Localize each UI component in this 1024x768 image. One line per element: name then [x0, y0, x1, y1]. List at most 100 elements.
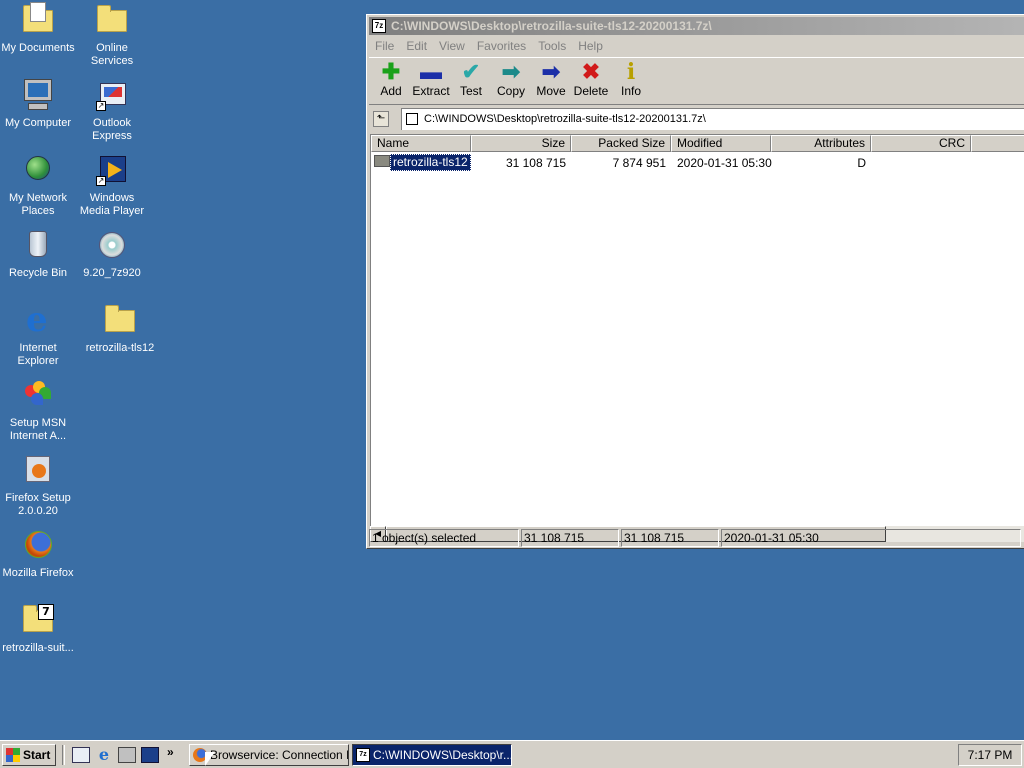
column-header-crc[interactable]: CRC	[871, 135, 971, 152]
column-header-e[interactable]: E	[971, 135, 1024, 152]
quicklaunch-internet-explorer-icon[interactable]: e	[95, 747, 113, 763]
menu-view[interactable]: View	[433, 37, 471, 53]
delete-button-label: Delete	[573, 84, 609, 98]
column-header-size[interactable]: Size	[471, 135, 571, 152]
taskbar-item-label: Browservice: Connection I...	[210, 748, 349, 762]
add-button[interactable]: ✚ Add	[371, 60, 411, 102]
desktop-icon-label: Online Services	[90, 42, 134, 67]
msn-icon	[20, 377, 56, 413]
7zip-app-icon[interactable]: 7z	[372, 19, 386, 33]
folder-icon	[374, 155, 390, 167]
desktop-icon-label: Mozilla Firefox	[2, 567, 74, 579]
menu-file[interactable]: File	[369, 37, 400, 53]
installer-cd-icon	[94, 227, 130, 263]
plus-icon: ✚	[381, 59, 401, 84]
start-button[interactable]: Start	[2, 744, 56, 766]
desktop-icon-recycle-bin[interactable]: Recycle Bin	[0, 227, 76, 280]
desktop-icon-windows-media-player[interactable]: ↗ Windows Media Player	[74, 152, 150, 218]
row-packed-size: 7 874 951	[612, 156, 666, 170]
test-button-label: Test	[459, 84, 482, 98]
quicklaunch-media-player-icon[interactable]	[141, 747, 159, 763]
status-bar: 1 object(s) selected 31 108 715 31 108 7…	[369, 529, 1024, 549]
desktop-icon-label: Recycle Bin	[8, 267, 68, 279]
system-tray-clock[interactable]: 7:17 PM	[958, 744, 1022, 766]
desktop-icon-label: Outlook Express	[92, 117, 132, 142]
start-label: Start	[23, 748, 51, 762]
quicklaunch-outlook-icon[interactable]	[72, 747, 90, 763]
menu-edit[interactable]: Edit	[400, 37, 433, 53]
desktop-icon-internet-explorer[interactable]: e Internet Explorer	[0, 302, 76, 368]
desktop-icon-label: retrozilla-tls12	[85, 342, 155, 354]
internet-explorer-icon: e	[26, 300, 48, 340]
move-button-label: Move	[536, 84, 566, 98]
up-folder-icon: ⬑	[376, 113, 386, 124]
window-title: C:\WINDOWS\Desktop\retrozilla-suite-tls1…	[391, 19, 712, 33]
desktop-icon-label: 9.20_7z920	[83, 267, 141, 279]
firefox-icon	[20, 527, 56, 563]
address-bar[interactable]: C:\WINDOWS\Desktop\retrozilla-suite-tls1…	[401, 108, 1024, 130]
column-header-attributes[interactable]: Attributes	[771, 135, 871, 152]
menu-bar: File Edit View Favorites Tools Help	[369, 37, 1024, 55]
desktop-icon-setup-msn[interactable]: Setup MSN Internet A...	[0, 377, 76, 443]
file-list: Name Size Packed Size Modified Attribute…	[370, 134, 1024, 526]
media-player-icon: ↗	[94, 152, 130, 188]
desktop-icon-my-network-places[interactable]: My Network Places	[0, 152, 76, 218]
toolbar: ✚ Add ▬ Extract ✔ Test ➡ Copy ➡ Move ✖ D…	[369, 57, 1024, 105]
test-button[interactable]: ✔ Test	[451, 60, 491, 102]
quicklaunch-more-icon[interactable]: »	[167, 745, 174, 759]
row-modified: 2020-01-31 05:30	[677, 156, 772, 170]
status-packed: 31 108 715	[621, 529, 719, 547]
up-folder-button[interactable]: ⬑	[373, 111, 389, 127]
desktop-icon-online-services[interactable]: Online Services	[74, 2, 150, 68]
status-selection: 1 object(s) selected	[369, 529, 519, 547]
desktop-icon-mozilla-firefox[interactable]: Mozilla Firefox	[0, 527, 76, 580]
desktop-icon-label: My Network Places	[8, 192, 68, 217]
info-button[interactable]: i Info	[611, 60, 651, 102]
taskbar-item-label: C:\WINDOWS\Desktop\r...	[373, 748, 512, 762]
taskbar: Start e » Browservice: Connection I... 7…	[0, 740, 1024, 768]
desktop-icon-outlook-express[interactable]: ↗ Outlook Express	[74, 77, 150, 143]
move-button[interactable]: ➡ Move	[531, 60, 571, 102]
status-modified: 2020-01-31 05:30	[721, 529, 1021, 547]
copy-button-label: Copy	[496, 84, 525, 98]
column-header-packed-size[interactable]: Packed Size	[571, 135, 671, 152]
desktop-icon-my-computer[interactable]: My Computer	[0, 77, 76, 130]
add-button-label: Add	[380, 84, 402, 98]
minus-icon: ▬	[420, 59, 442, 84]
address-row: ⬑ C:\WINDOWS\Desktop\retrozilla-suite-tl…	[369, 107, 1024, 131]
quicklaunch-separator	[62, 745, 65, 765]
mouse-cursor	[205, 752, 215, 766]
desktop-icon-label: retrozilla-suit...	[2, 642, 74, 654]
row-attributes: D	[857, 156, 866, 170]
row-name[interactable]: retrozilla-tls12	[390, 154, 471, 171]
desktop-icon-retrozilla-suite[interactable]: 7 retrozilla-suit...	[0, 602, 76, 655]
quicklaunch-show-desktop-icon[interactable]	[118, 747, 136, 763]
menu-help[interactable]: Help	[572, 37, 609, 53]
desktop-icon-retrozilla-tls12[interactable]: retrozilla-tls12	[82, 302, 158, 355]
column-header-modified[interactable]: Modified	[671, 135, 771, 152]
recycle-bin-icon	[20, 227, 56, 263]
status-size: 31 108 715	[521, 529, 619, 547]
extract-button[interactable]: ▬ Extract	[411, 60, 451, 102]
outlook-express-icon: ↗	[94, 77, 130, 113]
column-header-name[interactable]: Name	[371, 135, 471, 152]
taskbar-item-7zip[interactable]: 7z C:\WINDOWS\Desktop\r...	[352, 744, 512, 766]
move-arrow-icon: ➡	[541, 59, 561, 84]
desktop-icon-7z920[interactable]: 9.20_7z920	[74, 227, 150, 280]
setup-icon	[20, 452, 56, 488]
desktop-icon-my-documents[interactable]: My Documents	[0, 2, 76, 55]
desktop-icon-firefox-setup[interactable]: Firefox Setup 2.0.0.20	[0, 452, 76, 518]
folder-icon	[102, 302, 138, 338]
delete-x-icon: ✖	[581, 59, 601, 84]
menu-favorites[interactable]: Favorites	[471, 37, 532, 53]
delete-button[interactable]: ✖ Delete	[571, 60, 611, 102]
window-titlebar[interactable]: 7z C:\WINDOWS\Desktop\retrozilla-suite-t…	[369, 17, 1024, 35]
info-icon: i	[626, 59, 636, 85]
desktop-icon-label: My Documents	[1, 42, 75, 54]
info-button-label: Info	[620, 84, 641, 98]
windows-flag-icon	[6, 748, 20, 762]
copy-button[interactable]: ➡ Copy	[491, 60, 531, 102]
menu-tools[interactable]: Tools	[532, 37, 572, 53]
desktop-icon-label: My Computer	[4, 117, 72, 129]
7zip-window: 7z C:\WINDOWS\Desktop\retrozilla-suite-t…	[366, 14, 1024, 549]
